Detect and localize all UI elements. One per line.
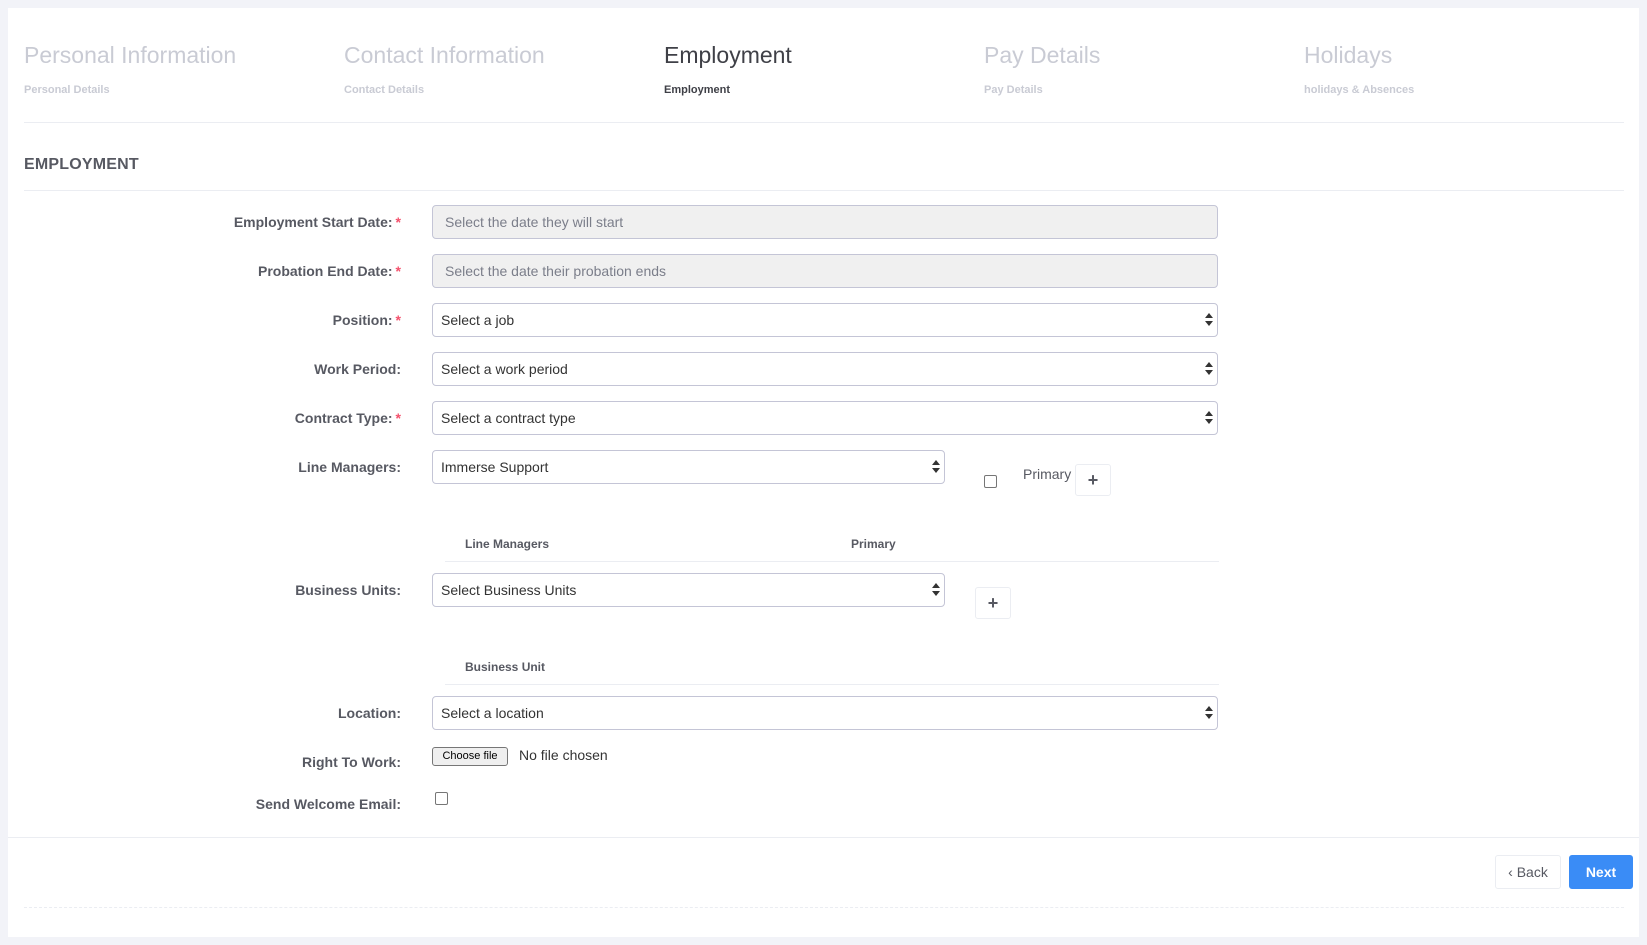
footer-dashed-divider — [24, 907, 1624, 908]
next-button-label: Next — [1585, 864, 1617, 880]
required-mark: * — [395, 312, 401, 328]
position-value: Select a job — [441, 312, 515, 328]
probation-end-input[interactable]: Select the date their probation ends — [432, 254, 1218, 288]
start-date-row: Employment Start Date: * Select the date … — [8, 205, 1639, 239]
select-arrows-icon — [932, 459, 940, 475]
right-to-work-label: Right To Work: — [301, 754, 401, 770]
back-button[interactable]: ‹ Back — [1495, 855, 1561, 889]
contract-type-select[interactable]: Select a contract type — [432, 401, 1218, 435]
position-row: Position: * Select a job — [8, 303, 1639, 337]
line-managers-table-header: Line Managers Primary — [445, 527, 1219, 562]
work-period-value: Select a work period — [441, 361, 568, 377]
work-period-row: Work Period: Select a work period — [8, 352, 1639, 386]
step-pay-details[interactable]: Pay Details Pay Details — [984, 40, 1304, 96]
contract-type-value: Select a contract type — [441, 410, 576, 426]
step-subtitle: Pay Details — [984, 84, 1043, 96]
select-arrows-icon — [932, 582, 940, 598]
step-personal-information[interactable]: Personal Information Personal Details — [24, 40, 344, 96]
select-arrows-icon — [1205, 312, 1213, 328]
business-units-row: Business Units: Select Business Units + — [8, 573, 1639, 619]
welcome-email-checkbox[interactable] — [435, 792, 448, 805]
position-select[interactable]: Select a job — [432, 303, 1218, 337]
business-units-select[interactable]: Select Business Units — [432, 573, 945, 607]
section-title: EMPLOYMENT — [24, 156, 1624, 191]
add-line-manager-button[interactable]: + — [1075, 464, 1111, 496]
business-units-label: Business Units: — [295, 582, 401, 598]
location-label: Location: — [338, 705, 401, 721]
required-mark: * — [395, 214, 401, 230]
step-subtitle: Contact Details — [344, 84, 425, 96]
line-managers-label: Line Managers: — [298, 459, 401, 475]
work-period-label: Work Period: — [314, 361, 401, 377]
step-title: Pay Details — [984, 42, 1101, 68]
primary-label: Primary — [1023, 466, 1072, 482]
probation-end-label: Probation End Date: * — [257, 263, 401, 279]
step-title: Holidays — [1304, 42, 1393, 68]
contract-type-row: Contract Type: * Select a contract type — [8, 401, 1639, 435]
start-date-label: Employment Start Date: * — [233, 214, 401, 230]
right-to-work-row: Right To Work: Choose file No file chose… — [8, 745, 1639, 779]
location-value: Select a location — [441, 705, 544, 721]
step-employment[interactable]: Employment Employment — [664, 40, 984, 96]
position-label: Position: * — [332, 312, 401, 328]
work-period-select[interactable]: Select a work period — [432, 352, 1218, 386]
select-arrows-icon — [1205, 410, 1213, 426]
start-date-input[interactable]: Select the date they will start — [432, 205, 1218, 239]
wizard-steps: Personal Information Personal Details Co… — [24, 40, 1624, 123]
step-subtitle: holidays & Absences — [1304, 84, 1415, 96]
employment-card: Personal Information Personal Details Co… — [8, 8, 1639, 937]
step-subtitle: Employment — [664, 84, 731, 96]
line-managers-select[interactable]: Immerse Support — [432, 450, 945, 484]
file-status: No file chosen — [519, 747, 608, 763]
primary-checkbox[interactable] — [984, 475, 997, 488]
footer-divider — [8, 837, 1639, 838]
welcome-email-label: Send Welcome Email: — [255, 796, 401, 812]
step-title: Personal Information — [24, 42, 237, 68]
business-units-value: Select Business Units — [441, 582, 577, 598]
select-arrows-icon — [1205, 705, 1213, 721]
step-title: Employment — [664, 42, 792, 68]
step-title: Contact Information — [344, 42, 545, 68]
location-row: Location: Select a location — [8, 696, 1639, 730]
business-units-table-header: Business Unit — [445, 650, 1219, 685]
add-business-unit-button[interactable]: + — [975, 587, 1011, 619]
location-select[interactable]: Select a location — [432, 696, 1218, 730]
table-header-line-managers: Line Managers — [465, 537, 550, 551]
contract-type-label: Contract Type: * — [294, 410, 401, 426]
chevron-right-icon: › — [1598, 896, 1604, 912]
chevron-left-icon: ‹ — [1508, 864, 1513, 880]
table-header-business-unit: Business Unit — [465, 660, 546, 674]
choose-file-button[interactable]: Choose file — [432, 747, 508, 766]
welcome-email-row: Send Welcome Email: — [8, 787, 1639, 821]
line-managers-value: Immerse Support — [441, 459, 549, 475]
step-subtitle: Personal Details — [24, 84, 110, 96]
required-mark: * — [395, 410, 401, 426]
select-arrows-icon — [1205, 361, 1213, 377]
step-contact-information[interactable]: Contact Information Contact Details — [344, 40, 664, 96]
next-button[interactable]: Next › — [1569, 855, 1633, 912]
required-mark: * — [395, 263, 401, 279]
probation-end-row: Probation End Date: * Select the date the… — [8, 254, 1639, 288]
table-header-primary: Primary — [851, 537, 896, 551]
line-managers-row: Line Managers: Immerse Support Primary + — [8, 450, 1639, 496]
step-holidays[interactable]: Holidays holidays & Absences — [1304, 40, 1624, 96]
back-button-label: Back — [1516, 864, 1548, 880]
